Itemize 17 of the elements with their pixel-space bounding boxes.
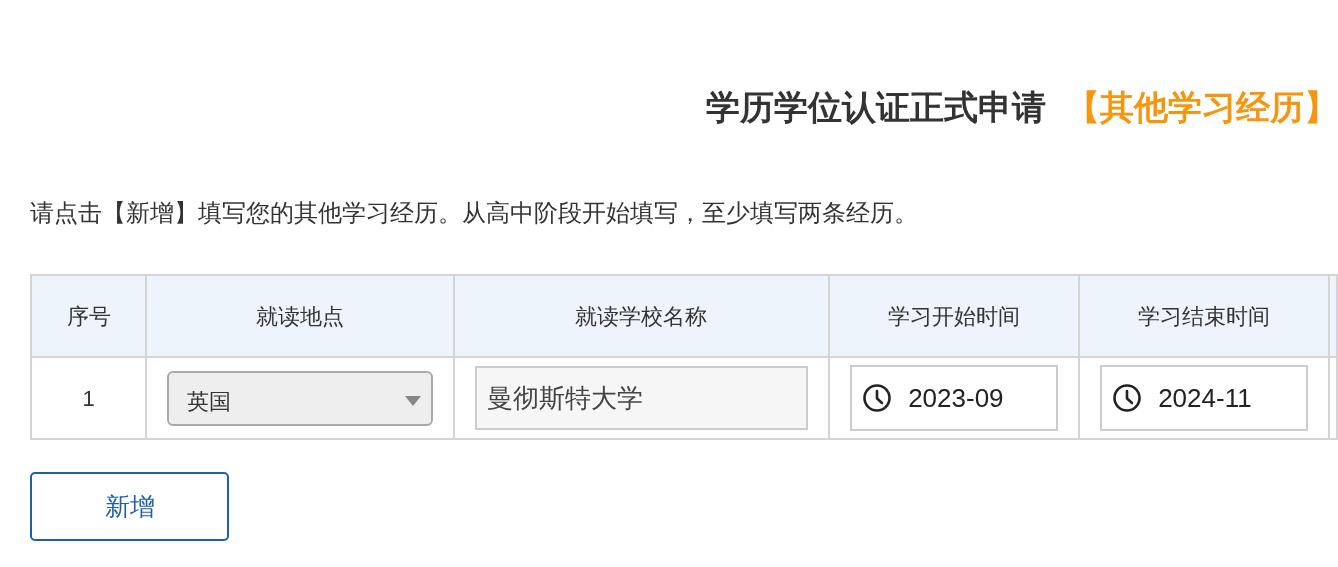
school-name-field[interactable]: 曼彻斯特大学: [474, 366, 809, 431]
page-title: 学历学位认证正式申请: [706, 87, 1046, 128]
column-header: 序号: [31, 275, 147, 358]
column-header: 就读地点: [146, 275, 454, 358]
column-header: 学习结束时间: [1079, 275, 1330, 358]
section-title: 【其他学习经历】: [1066, 87, 1338, 128]
column-header: 学习开始时间: [829, 275, 1080, 358]
clock-icon: [862, 383, 893, 414]
date-field[interactable]: 2024-11: [1100, 365, 1309, 432]
date-field[interactable]: 2023-09: [850, 365, 1059, 432]
caret-icon: [404, 396, 421, 407]
instruction-text: 请点击【新增】填写您的其他学习经历。从高中阶段开始填写，至少填写两条经历。: [30, 198, 919, 228]
dropdown-field[interactable]: 英国: [167, 370, 433, 426]
table-cell: 1: [31, 357, 147, 440]
add-button[interactable]: 新增: [30, 472, 229, 542]
column-header: 就读学校名称: [453, 275, 830, 358]
clock-icon: [1112, 383, 1143, 414]
